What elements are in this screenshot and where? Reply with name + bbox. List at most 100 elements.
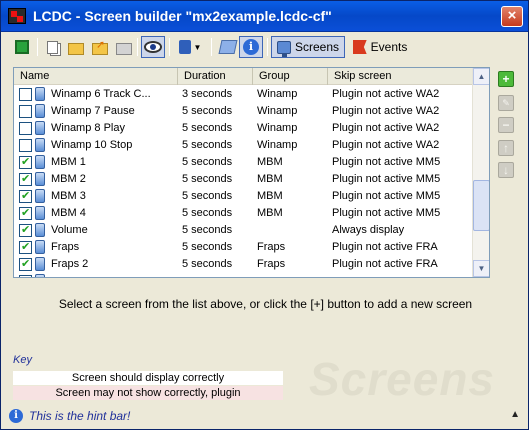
cell-skip-screen: Always display xyxy=(332,224,405,236)
column-header-duration[interactable]: Duration xyxy=(178,68,253,85)
row-checkbox[interactable] xyxy=(19,88,32,101)
row-checkbox[interactable] xyxy=(19,275,32,277)
info-button[interactable]: i xyxy=(239,36,263,58)
tab-screens-label: Screens xyxy=(294,40,340,54)
table-row[interactable]: Fraps 5 seconds Fraps Plugin not active FRA xyxy=(14,239,473,256)
cell-duration: 5 seconds xyxy=(182,122,233,134)
cell-duration: 5 seconds xyxy=(182,258,233,270)
plugins-dropdown[interactable]: ▼ xyxy=(175,36,205,58)
screens-watermark: Screens xyxy=(309,353,496,405)
table-row[interactable]: Winamp 7 Pause 5 seconds Winamp Plugin not … xyxy=(14,103,473,120)
hint-bar-toggle-icon[interactable]: ▲ xyxy=(510,409,520,420)
cell-duration: 5 seconds xyxy=(182,224,233,236)
cell-group: Fraps xyxy=(257,241,286,253)
screens-list[interactable]: Name Duration Group Skip screen Winamp 6… xyxy=(13,67,490,278)
toggle-button[interactable] xyxy=(11,36,33,58)
screen-builder-window: LCDC - Screen builder "mx2example.lcdc-c… xyxy=(0,0,529,430)
row-checkbox[interactable] xyxy=(19,139,32,152)
cell-name: Winamp 6 Track C... xyxy=(51,88,151,100)
title-bar[interactable]: LCDC - Screen builder "mx2example.lcdc-c… xyxy=(1,1,528,32)
cell-duration: 5 seconds xyxy=(182,105,233,117)
cell-group xyxy=(257,274,327,277)
cell-group: Winamp xyxy=(257,105,298,117)
save-button[interactable] xyxy=(113,36,135,58)
remove-screen-button[interactable]: − xyxy=(498,117,514,133)
cell-duration xyxy=(182,274,252,277)
table-row[interactable]: Winamp 6 Track C... 3 seconds Winamp Plugin… xyxy=(14,86,473,103)
app-icon xyxy=(8,8,26,24)
cell-group: Fraps xyxy=(257,258,286,270)
toolbar-separator xyxy=(169,38,170,56)
export-button[interactable] xyxy=(89,36,111,58)
table-row[interactable]: Winamp 8 Play 5 seconds Winamp Plugin not a… xyxy=(14,120,473,137)
scroll-thumb[interactable] xyxy=(473,180,489,231)
cell-skip-screen xyxy=(332,274,472,277)
row-checkbox[interactable] xyxy=(19,105,32,118)
cell-name xyxy=(51,274,176,277)
row-checkbox[interactable] xyxy=(19,240,32,254)
status-message: Select a screen from the list above, or … xyxy=(58,297,473,311)
row-checkbox[interactable] xyxy=(19,223,32,237)
close-button[interactable]: × xyxy=(501,6,523,27)
plugin-icon xyxy=(178,40,191,54)
cell-duration: 5 seconds xyxy=(182,190,233,202)
column-header-name[interactable]: Name xyxy=(14,68,178,85)
key-warning: Screen may not show correctly, plugin xyxy=(13,386,283,400)
cell-skip-screen: Plugin not active WA2 xyxy=(332,139,440,151)
row-checkbox[interactable] xyxy=(19,257,32,271)
column-header-group[interactable]: Group xyxy=(253,68,328,85)
table-row[interactable]: MBM 4 5 seconds MBM Plugin not active MM5 xyxy=(14,205,473,222)
cell-name: Winamp 10 Stop xyxy=(51,139,133,151)
cell-group: MBM xyxy=(257,173,283,185)
info-icon: i xyxy=(9,408,23,423)
vertical-scrollbar[interactable]: ▲ ▼ xyxy=(472,68,489,277)
tab-events-label: Events xyxy=(370,40,408,54)
row-checkbox[interactable] xyxy=(19,189,32,203)
cell-skip-screen: Plugin not active WA2 xyxy=(332,122,440,134)
table-row[interactable] xyxy=(14,273,473,277)
move-up-button[interactable]: ↑ xyxy=(498,140,514,156)
hint-icon xyxy=(218,40,238,54)
open-button[interactable] xyxy=(65,36,87,58)
cell-name: Fraps 2 xyxy=(51,258,89,270)
scroll-up-button[interactable]: ▲ xyxy=(473,68,489,85)
column-header-skip-screen[interactable]: Skip screen xyxy=(328,68,473,85)
monitor-icon xyxy=(35,206,45,220)
events-icon xyxy=(352,40,367,54)
copy-button[interactable] xyxy=(41,36,63,58)
row-checkbox[interactable] xyxy=(19,206,32,220)
row-checkbox[interactable] xyxy=(19,155,32,169)
cell-name: MBM 1 xyxy=(51,156,86,168)
table-row[interactable]: MBM 3 5 seconds MBM Plugin not active MM5 xyxy=(14,188,473,205)
cell-name: Volume xyxy=(51,224,88,236)
cell-skip-screen: Plugin not active MM5 xyxy=(332,190,441,202)
table-row[interactable]: MBM 2 5 seconds MBM Plugin not active MM5 xyxy=(14,171,473,188)
table-row[interactable]: MBM 1 5 seconds MBM Plugin not active MM5 xyxy=(14,154,473,171)
table-row[interactable]: Volume 5 seconds Always display xyxy=(14,222,473,239)
list-header: Name Duration Group Skip screen xyxy=(14,68,473,85)
hint-button[interactable] xyxy=(217,36,239,58)
folder-export-icon xyxy=(92,38,108,55)
monitor-icon xyxy=(276,40,291,57)
scroll-down-button[interactable]: ▼ xyxy=(473,260,489,277)
tab-events[interactable]: Events xyxy=(349,36,411,58)
edit-screen-button[interactable]: ✎ xyxy=(498,95,514,111)
monitor-icon xyxy=(35,104,45,118)
table-row[interactable]: Winamp 10 Stop 5 seconds Winamp Plugin not … xyxy=(14,137,473,154)
preview-button[interactable] xyxy=(141,36,165,58)
cell-group: Winamp xyxy=(257,122,298,134)
cell-name: MBM 2 xyxy=(51,173,86,185)
cell-duration: 5 seconds xyxy=(182,241,233,253)
cell-duration: 5 seconds xyxy=(182,207,233,219)
tab-screens[interactable]: Screens xyxy=(271,36,345,58)
row-checkbox[interactable] xyxy=(19,172,32,186)
cell-name: Winamp 7 Pause xyxy=(51,105,135,117)
add-screen-button[interactable]: + xyxy=(498,71,514,87)
info-icon: i xyxy=(243,39,259,55)
row-checkbox[interactable] xyxy=(19,122,32,135)
table-row[interactable]: Fraps 2 5 seconds Fraps Plugin not active F… xyxy=(14,256,473,273)
move-down-button[interactable]: ↓ xyxy=(498,162,514,178)
toolbar-separator xyxy=(211,38,212,56)
cell-name: MBM 3 xyxy=(51,190,86,202)
window-title: LCDC - Screen builder "mx2example.lcdc-c… xyxy=(33,8,332,24)
